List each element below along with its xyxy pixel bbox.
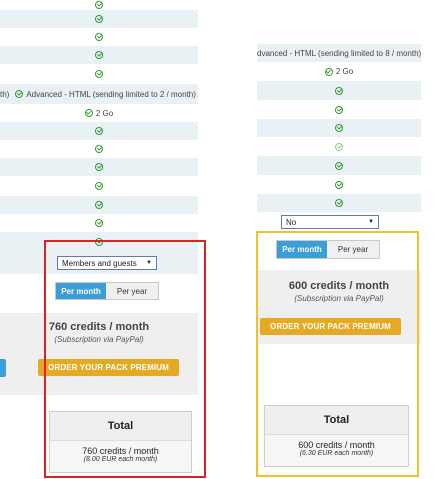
check-icon bbox=[95, 127, 103, 135]
right-storage-text: 2 Go bbox=[335, 67, 354, 76]
left-feature-row bbox=[0, 46, 198, 64]
right-feature-row bbox=[257, 137, 421, 156]
right-feature-row bbox=[257, 81, 421, 100]
check-icon bbox=[95, 33, 103, 41]
left-feature-row bbox=[0, 140, 198, 158]
left-feature-row bbox=[0, 10, 198, 28]
dropdown-arrow-icon: ▼ bbox=[368, 219, 374, 225]
left-feature-row bbox=[0, 176, 198, 196]
left-feature-row bbox=[0, 122, 198, 140]
check-icon bbox=[335, 142, 343, 151]
check-icon bbox=[335, 199, 343, 207]
right-feature-row-storage: 2 Go bbox=[257, 62, 421, 81]
check-icon bbox=[84, 109, 93, 117]
left-feature-row-storage: 2 Go bbox=[0, 104, 198, 122]
right-feature-row bbox=[257, 100, 421, 119]
check-icon bbox=[95, 182, 103, 190]
check-icon bbox=[95, 1, 103, 9]
right-option-select[interactable]: No ▼ bbox=[281, 215, 379, 229]
right-advanced-text: dvanced - HTML (sending limited to 8 / m… bbox=[257, 48, 421, 58]
check-icon bbox=[335, 124, 343, 132]
storage-text: 2 Go bbox=[95, 108, 114, 118]
check-icon bbox=[95, 163, 103, 171]
left-feature-row bbox=[0, 0, 198, 10]
right-feature-row-advanced: dvanced - HTML (sending limited to 8 / m… bbox=[257, 44, 421, 62]
check-icon bbox=[95, 201, 103, 209]
check-icon bbox=[95, 145, 103, 153]
right-select-value: No bbox=[286, 217, 297, 227]
advanced-text: Advanced - HTML (sending limited to 2 / … bbox=[26, 89, 196, 99]
check-icon bbox=[335, 105, 343, 114]
left-feature-row bbox=[0, 214, 198, 232]
check-icon bbox=[335, 86, 343, 95]
check-icon bbox=[335, 180, 343, 189]
left-highlight-frame bbox=[44, 240, 206, 478]
check-icon bbox=[95, 51, 103, 59]
right-feature-row bbox=[257, 119, 421, 137]
right-feature-row bbox=[257, 175, 421, 194]
check-icon bbox=[324, 67, 333, 76]
left-feature-row bbox=[0, 28, 198, 46]
left-feature-row bbox=[0, 196, 198, 214]
advanced-prefix: th) bbox=[0, 89, 10, 99]
left-feature-row-advanced: th) Advanced - HTML (sending limited to … bbox=[0, 84, 198, 104]
check-icon bbox=[335, 161, 343, 170]
right-feature-row bbox=[257, 194, 421, 212]
right-highlight-frame bbox=[256, 231, 419, 477]
left-feature-row bbox=[0, 158, 198, 176]
check-icon bbox=[95, 70, 103, 78]
check-icon bbox=[95, 15, 103, 23]
check-icon bbox=[95, 219, 103, 227]
left-feature-row bbox=[0, 64, 198, 84]
check-icon bbox=[15, 90, 24, 98]
left-partial-button[interactable] bbox=[0, 359, 6, 377]
right-feature-row bbox=[257, 156, 421, 175]
